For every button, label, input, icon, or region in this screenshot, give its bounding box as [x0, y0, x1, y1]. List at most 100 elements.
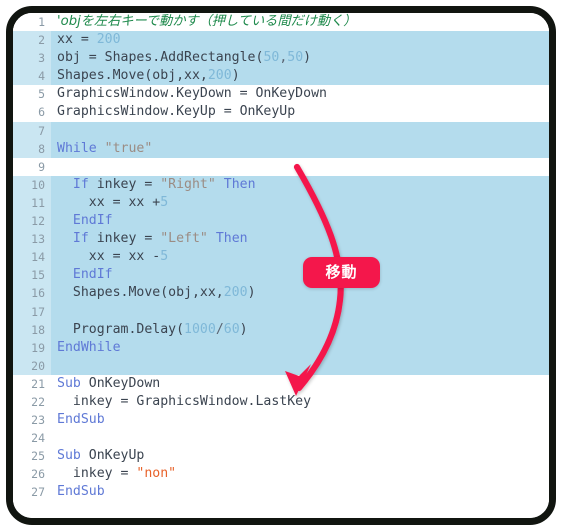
code-line[interactable]: 7 — [13, 121, 549, 140]
code-line[interactable]: 27 EndSub — [13, 483, 549, 502]
line-number: 9 — [13, 157, 51, 176]
code-line-text: EndIf — [57, 212, 113, 230]
line-number: 27 — [13, 483, 51, 502]
code-token-kw: EndIf — [57, 267, 113, 283]
code-line-text: GraphicsWindow.KeyDown = OnKeyDown — [57, 85, 327, 103]
line-number: 10 — [13, 175, 51, 194]
code-token-kw: EndSub — [57, 412, 105, 428]
code-token-str: "Right" — [160, 176, 216, 192]
code-token-str: "true" — [104, 140, 153, 156]
line-number: 22 — [13, 392, 51, 412]
code-token-plain: inkey = — [96, 231, 161, 247]
code-line[interactable]: 23 EndSub — [13, 411, 549, 430]
code-token-plain: xx = xx - — [57, 249, 161, 265]
line-number: 16 — [13, 284, 51, 303]
code-line[interactable]: 12 EndIf — [13, 212, 549, 231]
line-number: 25 — [13, 447, 51, 466]
code-line[interactable]: 14 xx = xx -5 — [13, 248, 549, 267]
line-number: 2 — [13, 31, 51, 50]
code-token-plain: Program.Delay( — [57, 321, 185, 337]
code-token-kw: EndWhile — [57, 339, 121, 355]
code-line[interactable]: 11 xx = xx +5 — [13, 193, 549, 213]
code-line[interactable]: 2 xx = 200 — [13, 31, 549, 50]
line-number: 3 — [13, 49, 51, 68]
code-token-plain: inkey = GraphicsWindow.LastKey — [57, 393, 312, 409]
code-line-text: Sub OnKeyDown — [57, 375, 160, 393]
code-token-cmt: 'objを左右キーで動かす（押している間だけ動く） — [57, 14, 357, 29]
code-line[interactable]: 10 If inkey = "Right" Then — [13, 175, 549, 194]
code-line[interactable]: 13 If inkey = "Left" Then — [13, 230, 549, 249]
code-token-num: 50 — [263, 50, 280, 66]
code-line[interactable]: 18 Program.Delay(1000/60) — [13, 320, 549, 339]
code-editor-surface[interactable]: 1 'objを左右キーで動かす（押している間だけ動く） 2 xx = 200 3 obj … — [13, 13, 549, 518]
screenshot-root: 1 'objを左右キーで動かす（押している間だけ動く） 2 xx = 200 3 obj … — [0, 0, 562, 531]
code-token-plain: GraphicsWindow.KeyUp = OnKeyUp — [57, 104, 296, 120]
code-token-plain: ) — [239, 321, 248, 337]
code-token-num: 200 — [223, 285, 248, 301]
code-token-plain: ) — [247, 285, 256, 301]
code-line-text: While "true" — [57, 140, 152, 158]
code-token-kw: If — [57, 176, 97, 192]
code-line[interactable]: 3 obj = Shapes.AddRectangle(50,50) — [13, 49, 549, 68]
code-line[interactable]: 24 — [13, 429, 549, 448]
line-number: 11 — [13, 193, 51, 213]
code-line-text: 'objを左右キーで動かす（押している間だけ動く） — [57, 13, 356, 31]
line-number: 24 — [13, 429, 51, 448]
line-number: 1 — [13, 13, 51, 32]
code-token-plain: GraphicsWindow.KeyDown = OnKeyDown — [57, 86, 327, 102]
line-number: 14 — [13, 248, 51, 267]
code-token-num: 60 — [223, 321, 240, 337]
line-number: 6 — [13, 103, 51, 122]
code-line-text: If inkey = "Right" Then — [57, 176, 256, 194]
line-number: 12 — [13, 212, 51, 231]
line-number: 18 — [13, 320, 51, 339]
code-token-plain: inkey = — [57, 466, 137, 482]
code-token-kw: If — [57, 231, 97, 247]
line-number: 4 — [13, 67, 51, 86]
code-token-plain: OnKeyDown — [88, 375, 161, 391]
code-line-text: obj = Shapes.AddRectangle(50,50) — [57, 49, 311, 67]
code-line-text: EndSub — [57, 411, 105, 429]
line-number: 5 — [13, 85, 51, 104]
code-line[interactable]: 19 EndWhile — [13, 338, 549, 357]
code-line[interactable]: 21 Sub OnKeyDown — [13, 374, 549, 393]
code-token-plain: OnKeyUp — [88, 448, 145, 464]
code-line[interactable]: 26 inkey = "non" — [13, 465, 549, 484]
code-token-plain: ) — [231, 68, 240, 84]
code-token-kw: Then — [207, 231, 248, 247]
code-line-text: GraphicsWindow.KeyUp = OnKeyUp — [57, 103, 295, 121]
code-token-kw: EndSub — [57, 484, 105, 500]
code-line[interactable]: 4 Shapes.Move(obj,xx,200) — [13, 67, 549, 86]
code-line[interactable]: 1 'objを左右キーで動かす（押している間だけ動く） — [13, 13, 549, 32]
code-line[interactable]: 9 — [13, 157, 549, 176]
code-token-num: 5 — [160, 249, 169, 265]
code-token-plain: Shapes.Move(obj,xx, — [57, 285, 224, 301]
code-line[interactable]: 6 GraphicsWindow.KeyUp = OnKeyUp — [13, 103, 549, 122]
line-number: 13 — [13, 230, 51, 249]
code-token-num: 5 — [160, 194, 169, 210]
code-line[interactable]: 16 Shapes.Move(obj,xx,200) — [13, 284, 549, 303]
code-line[interactable]: 22 inkey = GraphicsWindow.LastKey — [13, 392, 549, 412]
code-token-plain: xx = — [57, 32, 97, 48]
code-line[interactable]: 25 Sub OnKeyUp — [13, 447, 549, 466]
line-number: 15 — [13, 266, 51, 285]
code-line[interactable]: 5 GraphicsWindow.KeyDown = OnKeyDown — [13, 85, 549, 104]
code-token-kw: EndIf — [57, 213, 113, 229]
code-line-text: xx = xx +5 — [57, 194, 168, 212]
code-line-text: EndIf — [57, 266, 113, 284]
code-token-kw: While — [57, 140, 105, 156]
code-token-op: / — [215, 321, 224, 337]
code-token-num: 200 — [207, 68, 232, 84]
code-line[interactable]: 15 EndIf — [13, 266, 549, 285]
line-number: 8 — [13, 139, 51, 158]
code-token-kw: Sub — [57, 375, 89, 391]
code-token-plain: obj = Shapes.AddRectangle( — [57, 50, 264, 66]
code-line-text: EndSub — [57, 483, 105, 501]
code-token-num: 1000 — [184, 321, 216, 337]
code-line-text: xx = 200 — [57, 31, 121, 49]
code-line-text: Program.Delay(1000/60) — [57, 321, 248, 339]
code-line[interactable]: 8 While "true" — [13, 139, 549, 158]
code-line[interactable]: 17 — [13, 302, 549, 321]
code-line[interactable]: 20 — [13, 356, 549, 375]
code-line-text: Sub OnKeyUp — [57, 447, 144, 465]
